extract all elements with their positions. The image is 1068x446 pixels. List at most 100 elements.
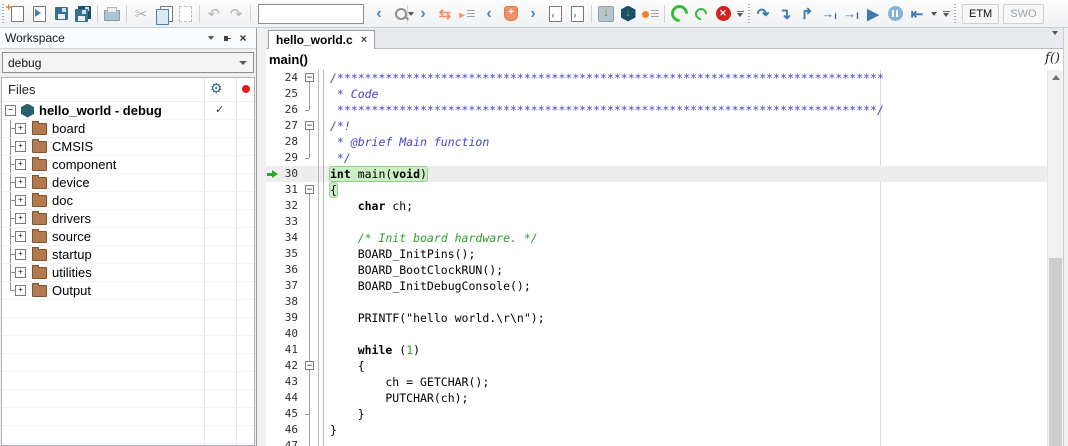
- config-selector[interactable]: debug: [2, 52, 254, 73]
- fold-toggle[interactable]: [302, 182, 318, 198]
- scrollbar-thumb[interactable]: [1049, 258, 1062, 446]
- previous-bookmark-button[interactable]: ‹: [478, 3, 500, 25]
- code-line-25[interactable]: 25 * Code: [266, 86, 1048, 102]
- stop-build-button[interactable]: ✕: [712, 3, 734, 25]
- tree-item-cmsis[interactable]: +CMSIS: [2, 138, 254, 156]
- tab-close-icon[interactable]: ×: [361, 34, 367, 46]
- breakpoints-button[interactable]: [639, 3, 661, 25]
- stop-debug-button[interactable]: ⇤: [906, 3, 928, 25]
- code-line-36[interactable]: 36 BOARD_BootClockRUN();: [266, 262, 1048, 278]
- next-document-button[interactable]: ›: [566, 3, 588, 25]
- run-to-cursor-button[interactable]: →I: [840, 3, 862, 25]
- code-line-29[interactable]: 29 */: [266, 150, 1048, 166]
- expand-box[interactable]: +: [15, 177, 26, 188]
- compile-button[interactable]: [668, 3, 690, 25]
- step-out-button[interactable]: ↱: [796, 3, 818, 25]
- print-button[interactable]: [101, 3, 123, 25]
- find-previous-button[interactable]: ‹: [368, 3, 390, 25]
- open-file-button[interactable]: [28, 3, 50, 25]
- code-line-24[interactable]: 24/*************************************…: [266, 70, 1048, 86]
- code-line-45[interactable]: 45 }: [266, 406, 1048, 422]
- tree-item-doc[interactable]: +doc: [2, 192, 254, 210]
- tab-hello-world-c[interactable]: hello_world.c ×: [268, 30, 375, 49]
- copy-button[interactable]: [152, 3, 174, 25]
- redo-button[interactable]: ↷: [225, 3, 247, 25]
- expand-box[interactable]: +: [15, 141, 26, 152]
- expand-box[interactable]: +: [15, 123, 26, 134]
- etm-button[interactable]: ETM: [962, 4, 999, 24]
- code-line-46[interactable]: 46}: [266, 422, 1048, 438]
- code-line-31[interactable]: 31{: [266, 182, 1048, 198]
- code-line-33[interactable]: 33: [266, 214, 1048, 230]
- fold-toggle[interactable]: [302, 358, 318, 374]
- code-line-37[interactable]: 37 BOARD_InitDebugConsole();: [266, 278, 1048, 294]
- fold-toggle[interactable]: [302, 118, 318, 134]
- code-line-40[interactable]: 40: [266, 326, 1048, 342]
- previous-document-button[interactable]: ‹: [544, 3, 566, 25]
- code-line-32[interactable]: 32 char ch;: [266, 198, 1048, 214]
- tree-item-output[interactable]: +Output: [2, 282, 254, 300]
- cut-button[interactable]: ✂: [130, 3, 152, 25]
- download-button[interactable]: ↓: [595, 3, 617, 25]
- code-line-39[interactable]: 39 PRINTF("hello world.\r\n");: [266, 310, 1048, 326]
- find-next-button[interactable]: ›: [412, 3, 434, 25]
- download-and-debug-button[interactable]: ↓: [617, 3, 639, 25]
- bookmark-list-button[interactable]: ▸: [456, 3, 478, 25]
- toggle-bookmark-button[interactable]: +: [500, 3, 522, 25]
- tree-item-board[interactable]: +board: [2, 120, 254, 138]
- code-line-42[interactable]: 42 {: [266, 358, 1048, 374]
- code-line-28[interactable]: 28 * @brief Main function: [266, 134, 1048, 150]
- new-file-button[interactable]: +: [6, 3, 28, 25]
- go-button[interactable]: ▶: [862, 3, 884, 25]
- swo-button[interactable]: SWO: [1003, 4, 1043, 24]
- expand-box[interactable]: +: [15, 267, 26, 278]
- expand-box[interactable]: +: [15, 249, 26, 260]
- tab-list-button[interactable]: [1052, 35, 1058, 49]
- save-all-button[interactable]: [72, 3, 94, 25]
- tree-item-utilities[interactable]: +utilities: [2, 264, 254, 282]
- code-line-35[interactable]: 35 BOARD_InitPins();: [266, 246, 1048, 262]
- expand-box[interactable]: +: [15, 159, 26, 170]
- tree-item-startup[interactable]: +startup: [2, 246, 254, 264]
- panel-close-button[interactable]: ×: [235, 31, 251, 45]
- code-line-44[interactable]: 44 PUTCHAR(ch);: [266, 390, 1048, 406]
- gear-icon[interactable]: ⚙: [210, 80, 223, 97]
- navigate-swap-button[interactable]: ⇆: [434, 3, 456, 25]
- function-selector-button[interactable]: f(): [1045, 51, 1060, 66]
- find-combobox[interactable]: [258, 4, 364, 24]
- fold-toggle[interactable]: [302, 70, 318, 86]
- next-bookmark-button[interactable]: ›: [522, 3, 544, 25]
- tree-item-component[interactable]: +component: [2, 156, 254, 174]
- code-line-38[interactable]: 38: [266, 294, 1048, 310]
- code-line-30[interactable]: 30int main(void): [266, 166, 1048, 182]
- toolbar-overflow-button[interactable]: [940, 11, 952, 17]
- step-into-button[interactable]: ↴: [774, 3, 796, 25]
- toolbar-overflow-button[interactable]: [734, 11, 746, 17]
- expand-box[interactable]: +: [15, 231, 26, 242]
- break-button[interactable]: [884, 3, 906, 25]
- expand-box[interactable]: +: [15, 285, 26, 296]
- tree-item-device[interactable]: +device: [2, 174, 254, 192]
- recompile-button[interactable]: [690, 3, 712, 25]
- code-line-34[interactable]: 34 /* Init board hardware. */: [266, 230, 1048, 246]
- code-line-27[interactable]: 27/*!: [266, 118, 1048, 134]
- panel-menu-button[interactable]: [203, 31, 219, 45]
- editor-vertical-scrollbar[interactable]: [1047, 70, 1063, 446]
- expand-box[interactable]: +: [15, 213, 26, 224]
- expand-box[interactable]: +: [15, 195, 26, 206]
- find-button[interactable]: [390, 3, 412, 25]
- scroll-up-button[interactable]: [1048, 70, 1063, 85]
- code-area[interactable]: 24/*************************************…: [266, 70, 1048, 446]
- paste-button[interactable]: [174, 3, 196, 25]
- tree-item-source[interactable]: +source: [2, 228, 254, 246]
- code-line-47[interactable]: 47: [266, 438, 1048, 446]
- code-line-26[interactable]: 26 *************************************…: [266, 102, 1048, 118]
- next-statement-button[interactable]: →i: [818, 3, 840, 25]
- stop-debug-dropdown[interactable]: [928, 3, 940, 25]
- reset-button[interactable]: ↷: [752, 3, 774, 25]
- undo-button[interactable]: ↶: [203, 3, 225, 25]
- code-line-43[interactable]: 43 ch = GETCHAR();: [266, 374, 1048, 390]
- code-line-41[interactable]: 41 while (1): [266, 342, 1048, 358]
- save-button[interactable]: [50, 3, 72, 25]
- tree-item-drivers[interactable]: +drivers: [2, 210, 254, 228]
